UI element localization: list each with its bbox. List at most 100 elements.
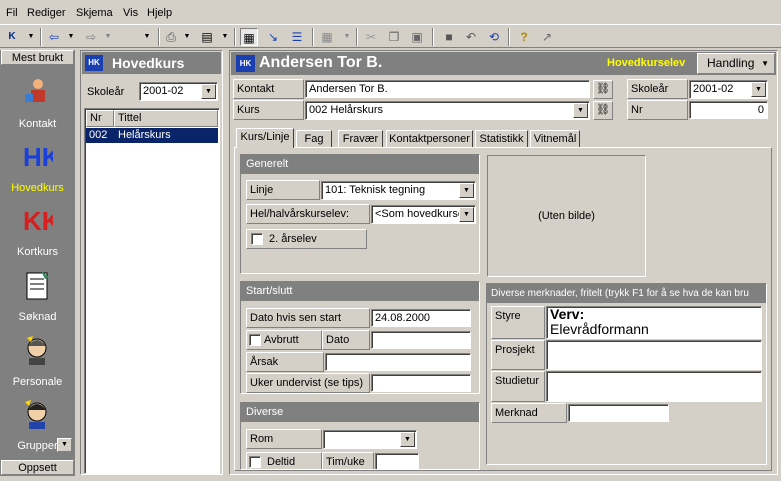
chevron-down-icon[interactable]: ▼ <box>201 84 216 99</box>
undo-icon[interactable]: ↶ <box>462 28 480 46</box>
form-view-icon[interactable]: ▦ <box>240 28 258 46</box>
tree-icon[interactable]: ☰ <box>288 28 306 46</box>
merknad-field[interactable] <box>568 404 669 422</box>
arsak-label: Årsak <box>246 352 324 372</box>
chevron-down-icon[interactable]: ▼ <box>178 28 196 46</box>
nr-field[interactable]: 0 <box>689 101 768 119</box>
app-icon[interactable]: K <box>3 28 21 46</box>
start-slutt-group: Start/slutt Dato hvis sen start 24.08.20… <box>240 281 480 394</box>
sidebar-item-personale[interactable]: Personale <box>0 332 75 396</box>
link-icon[interactable]: ⛓ <box>593 101 613 120</box>
handling-button[interactable]: Handling ▼ <box>697 53 775 74</box>
stop-icon[interactable]: ■ <box>440 28 458 46</box>
menu-vis[interactable]: Vis <box>123 7 138 19</box>
table-row[interactable]: 002 Helårskurs <box>86 128 218 143</box>
panel-header: HK Hovedkurs <box>82 52 221 74</box>
dato-sen-start-field[interactable]: 24.08.2000 <box>371 309 471 327</box>
grid-icon[interactable]: ▦ <box>318 28 336 46</box>
refresh-icon[interactable]: ⟲ <box>485 28 503 46</box>
sidebar-item-soknad[interactable]: Søknad <box>0 267 75 331</box>
column-header-nr[interactable]: Nr <box>86 110 114 127</box>
tab-fag[interactable]: Fag <box>296 130 332 148</box>
photo-placeholder[interactable]: (Uten bilde) <box>487 155 646 277</box>
sidebar-scroll-down-button[interactable]: ▼ <box>57 438 72 452</box>
chevron-down-icon[interactable]: ▼ <box>216 28 234 46</box>
tim-uke-field[interactable] <box>375 453 419 469</box>
student-name-title: Andersen Tor B. <box>259 54 383 71</box>
kontakt-label: Kontakt <box>233 79 304 99</box>
main-skolear-select[interactable]: 2001-02 ▼ <box>689 80 768 99</box>
copy-icon[interactable]: ❐ <box>385 28 403 46</box>
avbrutt-dato-field[interactable] <box>371 331 471 349</box>
forward-arrow-icon[interactable]: ⇨ <box>82 28 100 46</box>
staff-icon <box>27 336 47 365</box>
sidebar-item-kontakt[interactable]: Kontakt <box>0 74 75 138</box>
menu-skjema[interactable]: Skjema <box>76 7 113 19</box>
menu-fil[interactable]: Fil <box>6 7 18 19</box>
cell-tittel: Helårskurs <box>118 129 171 141</box>
sidebar-item-hovedkurs[interactable]: HK Hovedkurs <box>0 138 75 202</box>
contact-icon <box>25 79 45 102</box>
sidebar-item-kortkurs[interactable]: KK Kortkurs <box>0 202 75 266</box>
kurs-value: 002 Helårskurs <box>309 104 383 116</box>
back-arrow-icon[interactable]: ⇦ <box>45 28 63 46</box>
panel-title: Hovedkurs <box>112 55 185 71</box>
avbrutt-checkbox[interactable] <box>249 334 261 346</box>
skolear-value: 2001-02 <box>143 85 184 97</box>
tab-vitnemal[interactable]: Vitnemål <box>530 130 580 148</box>
diverse-group: Diverse Rom ▼ Deltid Tim/uke <box>240 402 480 470</box>
kurs-select[interactable]: 002 Helårskurs ▼ <box>305 101 590 120</box>
chevron-down-icon[interactable]: ▼ <box>62 28 80 46</box>
styre-textarea[interactable]: Verv: Elevrådformann <box>546 306 762 339</box>
tab-statistikk[interactable]: Statistikk <box>475 130 528 148</box>
hel-select[interactable]: <Som hovedkurset> ▼ <box>371 205 476 224</box>
cut-icon[interactable]: ✂ <box>362 28 380 46</box>
chevron-down-icon[interactable]: ▼ <box>573 103 588 118</box>
column-header-tittel[interactable]: Tittel <box>114 110 218 127</box>
chevron-down-icon[interactable]: ▼ <box>22 28 40 46</box>
chevron-down-icon[interactable]: ▼ <box>99 28 117 46</box>
arselev-checkbox[interactable] <box>251 233 263 245</box>
tab-kontaktpersoner[interactable]: Kontaktpersoner <box>386 130 473 148</box>
paste-icon[interactable]: ▣ <box>408 28 426 46</box>
kontakt-field[interactable]: Andersen Tor B. <box>305 80 590 98</box>
rom-label: Rom <box>246 429 322 449</box>
uker-field[interactable] <box>371 374 471 392</box>
sidebar-bottom-header[interactable]: Oppsett <box>1 460 74 475</box>
menu-hjelp[interactable]: Hjelp <box>147 7 172 19</box>
menu-rediger[interactable]: Rediger <box>27 7 66 19</box>
hovedkurs-small-icon: HK <box>85 55 103 71</box>
skolear-select[interactable]: 2001-02 ▼ <box>139 82 218 101</box>
chevron-down-icon[interactable]: ▼ <box>459 183 474 198</box>
help-icon[interactable]: ? <box>515 28 533 46</box>
status-badge: Hovedkurselev <box>607 57 686 69</box>
prosjekt-textarea[interactable] <box>546 340 762 370</box>
toolbar-separator <box>356 28 358 46</box>
generelt-group: Generelt Linje 101: Teknisk tegning ▼ He… <box>240 154 480 274</box>
sidebar-item-label: Hovedkurs <box>11 182 64 194</box>
linje-select[interactable]: 101: Teknisk tegning ▼ <box>321 181 476 200</box>
chevron-down-icon[interactable]: ▼ <box>138 28 156 46</box>
deltid-checkbox[interactable] <box>249 456 261 468</box>
chevron-down-icon[interactable]: ▼ <box>338 28 356 46</box>
linje-label: Linje <box>246 180 320 200</box>
chevron-down-icon[interactable]: ▼ <box>400 432 415 447</box>
toolbar-separator <box>234 28 236 46</box>
sidebar-item-label: Kortkurs <box>17 246 58 258</box>
tab-fravaer[interactable]: Fravær <box>338 130 383 148</box>
arsak-field[interactable] <box>325 353 471 371</box>
svg-text:HK: HK <box>23 142 53 172</box>
studietur-textarea[interactable] <box>546 371 762 402</box>
sidebar-top-header[interactable]: Mest brukt <box>1 50 74 65</box>
chevron-down-icon[interactable]: ▼ <box>459 207 474 222</box>
link-icon[interactable]: ⛓ <box>593 80 613 99</box>
diverse-title: Diverse <box>241 403 479 422</box>
tab-kurs-linje[interactable]: Kurs/Linje <box>236 128 294 148</box>
document-icon[interactable]: ▤ <box>198 28 216 46</box>
chevron-down-icon[interactable]: ▼ <box>751 82 766 97</box>
course-list-panel: HK Hovedkurs Skoleår 2001-02 ▼ Nr Tittel… <box>80 50 223 475</box>
rom-select[interactable]: ▼ <box>323 430 417 449</box>
jump-icon[interactable]: ↘ <box>264 28 282 46</box>
prosjekt-label: Prosjekt <box>491 340 545 370</box>
context-help-icon[interactable]: ↗ <box>538 28 556 46</box>
